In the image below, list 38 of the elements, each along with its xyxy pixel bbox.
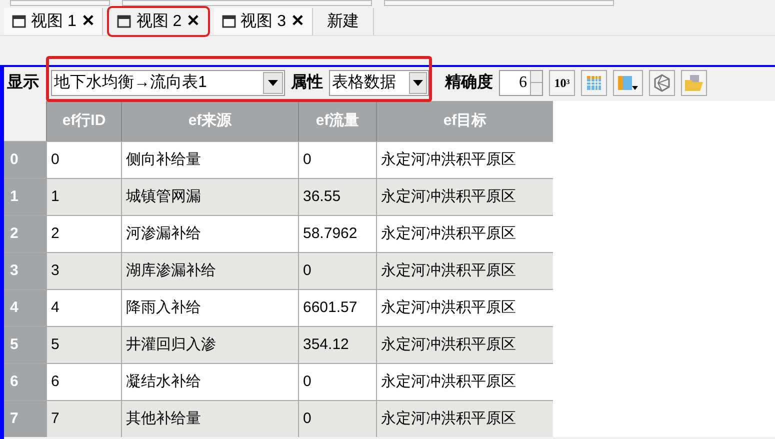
tab-label: 视图 1 <box>31 12 76 32</box>
new-tab-button[interactable]: 新建 <box>313 8 374 35</box>
tab[interactable]: 视图 2 ✕ <box>109 8 208 35</box>
caret-icon <box>413 80 423 86</box>
table-cell: 0 <box>298 401 376 437</box>
column-menu-icon[interactable] <box>613 70 643 96</box>
precision-label: 精确度 <box>445 72 493 93</box>
window-icon <box>117 15 132 28</box>
corner-cell <box>4 101 46 141</box>
caret-icon <box>268 80 278 86</box>
row-header[interactable]: 1 <box>4 179 46 215</box>
power-button[interactable]: 10$^{3}$ <box>549 70 575 96</box>
display-select[interactable]: 地下水均衡→流向表1 <box>51 70 285 96</box>
attribute-label: 属性 <box>291 72 323 93</box>
row-header[interactable]: 2 <box>4 216 46 252</box>
close-button[interactable]: ✕ <box>291 10 304 34</box>
tab[interactable]: 视图 1 ✕ <box>4 8 104 35</box>
folder-icon[interactable] <box>681 70 707 96</box>
table-cell: 7 <box>46 401 121 437</box>
attribute-select[interactable]: 表格数据 <box>329 70 429 96</box>
tab[interactable]: 视图 3 ✕ <box>214 8 314 35</box>
row-header[interactable]: 5 <box>4 327 46 363</box>
row-header[interactable]: 0 <box>4 142 46 178</box>
close-button[interactable]: ✕ <box>186 10 200 34</box>
row-header[interactable]: 6 <box>4 364 46 400</box>
display-label: 显示 <box>7 73 39 93</box>
tab-label: 视图 2 <box>136 12 182 32</box>
close-button[interactable]: ✕ <box>81 10 94 34</box>
polyhedron-icon[interactable] <box>649 70 675 96</box>
row-header[interactable]: 4 <box>4 290 46 326</box>
row-header[interactable]: 3 <box>4 253 46 289</box>
precision-spinner[interactable]: 6 <box>499 70 543 96</box>
row-header[interactable]: 7 <box>4 401 46 437</box>
window-icon <box>222 15 236 28</box>
window-icon <box>12 15 26 28</box>
table-cell: 其他补给量 <box>121 401 298 437</box>
tab-label: 视图 3 <box>240 12 286 32</box>
table-icon[interactable] <box>581 70 607 96</box>
